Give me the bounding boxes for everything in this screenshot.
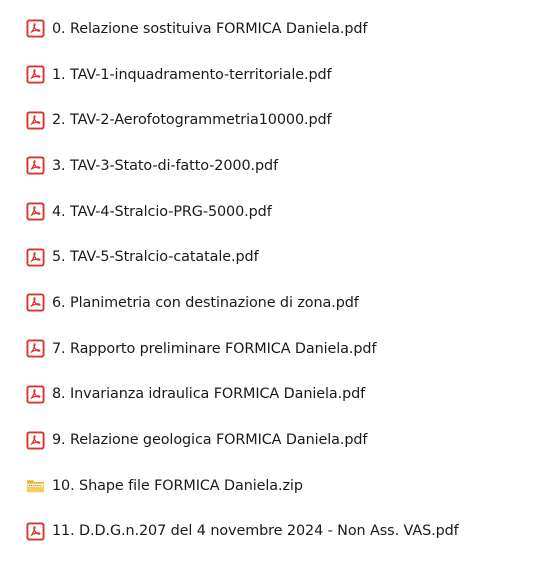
file-name: 10. Shape file FORMICA Daniela.zip (52, 477, 303, 494)
file-item[interactable]: 7. Rapporto preliminare FORMICA Daniela.… (26, 326, 550, 372)
pdf-icon (26, 339, 45, 358)
file-item[interactable]: 2. TAV-2-Aerofotogrammetria10000.pdf (26, 97, 550, 143)
file-item[interactable]: 4. TAV-4-Stralcio-PRG-5000.pdf (26, 189, 550, 235)
pdf-icon (26, 19, 45, 38)
pdf-icon (26, 248, 45, 267)
file-name: 6. Planimetria con destinazione di zona.… (52, 294, 359, 311)
file-name: 7. Rapporto preliminare FORMICA Daniela.… (52, 340, 377, 357)
file-item[interactable]: 8. Invarianza idraulica FORMICA Daniela.… (26, 372, 550, 418)
file-name: 8. Invarianza idraulica FORMICA Daniela.… (52, 386, 366, 403)
file-name: 2. TAV-2-Aerofotogrammetria10000.pdf (52, 112, 332, 129)
pdf-icon (26, 522, 45, 541)
file-name: 0. Relazione sostituiva FORMICA Daniela.… (52, 20, 368, 37)
file-item[interactable]: 6. Planimetria con destinazione di zona.… (26, 280, 550, 326)
pdf-icon (26, 385, 45, 404)
file-name: 3. TAV-3-Stato-di-fatto-2000.pdf (52, 157, 279, 174)
pdf-icon (26, 65, 45, 84)
pdf-icon (26, 431, 45, 450)
file-list: 0. Relazione sostituiva FORMICA Daniela.… (26, 6, 550, 554)
file-item[interactable]: 1. TAV-1-inquadramento-territoriale.pdf (26, 52, 550, 98)
zip-folder-icon (26, 476, 45, 495)
file-name: 1. TAV-1-inquadramento-territoriale.pdf (52, 66, 332, 83)
file-item[interactable]: 9. Relazione geologica FORMICA Daniela.p… (26, 417, 550, 463)
pdf-icon (26, 111, 45, 130)
file-item[interactable]: 0. Relazione sostituiva FORMICA Daniela.… (26, 6, 550, 52)
file-item[interactable]: 10. Shape file FORMICA Daniela.zip (26, 463, 550, 509)
pdf-icon (26, 202, 45, 221)
file-name: 5. TAV-5-Stralcio-catatale.pdf (52, 249, 259, 266)
pdf-icon (26, 156, 45, 175)
file-name: 4. TAV-4-Stralcio-PRG-5000.pdf (52, 203, 272, 220)
pdf-icon (26, 293, 45, 312)
file-item[interactable]: 5. TAV-5-Stralcio-catatale.pdf (26, 234, 550, 280)
file-name: 9. Relazione geologica FORMICA Daniela.p… (52, 432, 368, 449)
file-item[interactable]: 3. TAV-3-Stato-di-fatto-2000.pdf (26, 143, 550, 189)
file-name: 11. D.D.G.n.207 del 4 novembre 2024 - No… (52, 523, 459, 540)
file-item[interactable]: 11. D.D.G.n.207 del 4 novembre 2024 - No… (26, 509, 550, 555)
